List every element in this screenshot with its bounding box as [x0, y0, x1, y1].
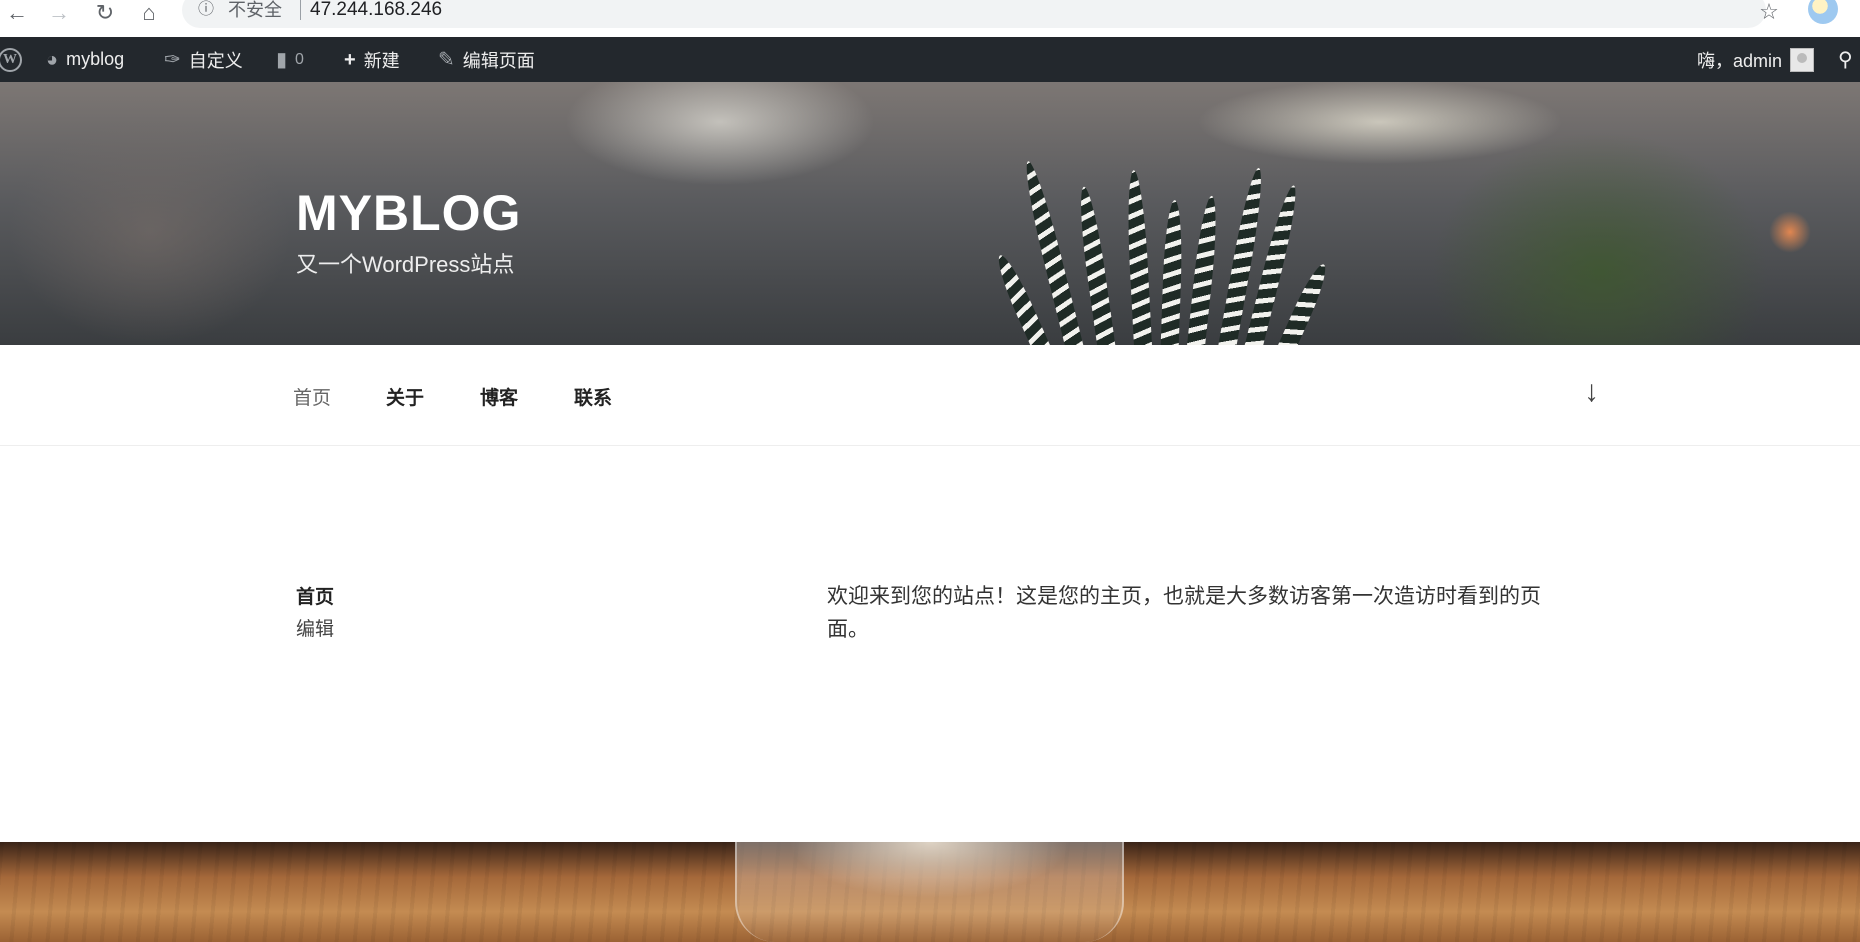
plus-icon: +	[344, 48, 356, 71]
featured-image	[0, 842, 1860, 942]
admin-bar-site-name: myblog	[66, 49, 125, 69]
browser-toolbar: ← → ↻ ⌂ ⓘ 不安全 47.244.168.246 ☆	[0, 0, 1860, 37]
pencil-icon: ✎	[438, 48, 455, 71]
dashboard-icon: ◕	[46, 48, 59, 71]
main-navigation: 首页 关于 博客 联系 ↓	[0, 345, 1860, 446]
page-content: 欢迎来到您的站点！这是您的主页，也就是大多数访客第一次造访时看到的页面。	[827, 585, 1541, 641]
site-title[interactable]: MYBLOG	[296, 184, 521, 242]
nav-item-blog[interactable]: 博客	[480, 383, 518, 410]
plant-leaf	[1075, 185, 1118, 345]
profile-avatar[interactable]	[1808, 0, 1838, 24]
admin-bar-customize[interactable]: ✑ 自定义	[164, 37, 243, 82]
admin-bar-customize-label: 自定义	[188, 50, 243, 71]
address-separator	[300, 0, 301, 20]
plant-leaf	[1160, 199, 1184, 345]
wp-admin-bar: W ◕ myblog ✑ 自定义 ▮ 0 + 新建 ✎ 编辑页面 嗨，admin…	[0, 37, 1860, 82]
admin-bar-new-label: 新建	[363, 50, 400, 71]
nav-item-contact[interactable]: 联系	[574, 383, 612, 410]
comment-icon: ▮	[276, 48, 288, 71]
site-tagline: 又一个WordPress站点	[296, 252, 515, 277]
admin-bar-account[interactable]: 嗨，admin	[1697, 37, 1815, 82]
reload-icon[interactable]: ↻	[90, 0, 120, 26]
edit-link[interactable]: 编辑	[296, 614, 334, 641]
vase-shape	[735, 842, 1124, 942]
plant-leaf	[1185, 194, 1221, 345]
insecure-label[interactable]: 不安全	[228, 0, 282, 20]
wp-logo-menu[interactable]: W	[0, 37, 22, 82]
header-image: MYBLOG 又一个WordPress站点	[0, 82, 1860, 345]
admin-bar-search[interactable]: ⚲	[1838, 37, 1853, 82]
plant-leaf	[1124, 169, 1153, 345]
brush-icon: ✑	[164, 48, 181, 71]
admin-bar-comments[interactable]: ▮ 0	[276, 37, 304, 82]
nav-item-home[interactable]: 首页	[293, 383, 331, 410]
address-bar[interactable]: ⓘ 不安全 47.244.168.246	[182, 0, 1766, 28]
page-title: 首页	[296, 587, 335, 608]
admin-bar-edit-page[interactable]: ✎ 编辑页面	[438, 37, 535, 82]
forward-icon[interactable]: →	[44, 0, 74, 26]
back-icon[interactable]: ←	[2, 0, 32, 26]
admin-bar-site-link[interactable]: ◕ myblog	[46, 37, 124, 82]
arrow-down-icon[interactable]: ↓	[1584, 375, 1599, 409]
info-icon[interactable]: ⓘ	[196, 0, 216, 20]
search-icon: ⚲	[1838, 48, 1853, 71]
admin-bar-new[interactable]: + 新建	[344, 37, 400, 82]
home-icon[interactable]: ⌂	[134, 0, 164, 26]
url-text[interactable]: 47.244.168.246	[310, 0, 442, 20]
avatar	[1790, 47, 1815, 72]
admin-greeting: 嗨，admin	[1697, 50, 1783, 71]
wordpress-logo-icon: W	[0, 47, 22, 72]
admin-bar-edit-page-label: 编辑页面	[462, 50, 535, 71]
star-icon[interactable]: ☆	[1754, 0, 1784, 24]
comments-count: 0	[295, 50, 304, 68]
nav-item-about[interactable]: 关于	[386, 383, 424, 410]
